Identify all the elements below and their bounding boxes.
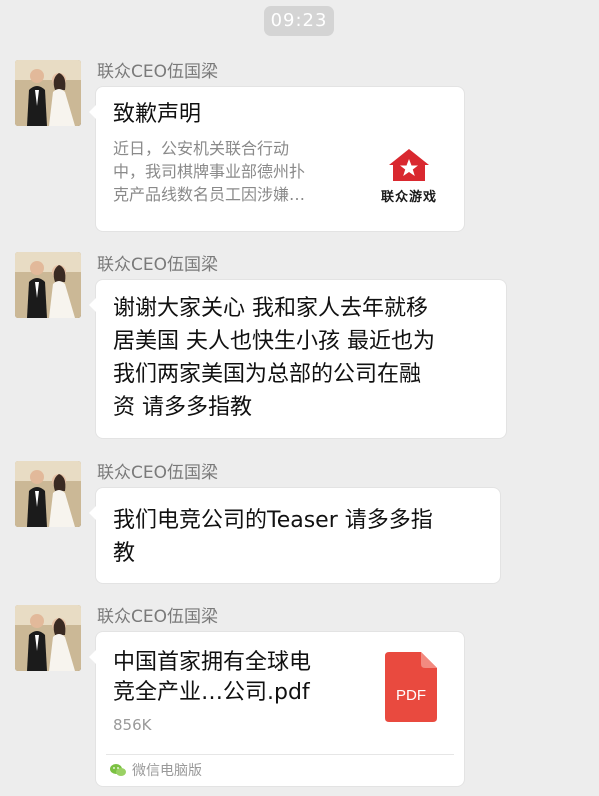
avatar-photo-icon [15, 605, 81, 671]
avatar[interactable] [15, 60, 81, 126]
text-message-bubble[interactable]: 我们电竞公司的Teaser 请多多指 教 [89, 488, 500, 583]
lianzhong-game-logo-icon: 联众游戏 [373, 145, 445, 205]
link-description: 近日，公安机关联合行动 中，我司棋牌事业部德州扑 克产品线数名员工因涉嫌… [113, 139, 306, 204]
file-source-label: 微信电脑版 [132, 763, 202, 779]
sender-name: 联众CEO伍国梁 [97, 607, 218, 627]
message-text: 谢谢大家关心 我和家人去年就移 居美国 夫人也快生小孩 最近也为 我们两家美国为… [113, 296, 435, 420]
wechat-icon [110, 764, 126, 776]
avatar-photo-icon [15, 461, 81, 527]
avatar[interactable] [15, 605, 81, 671]
sender-name: 联众CEO伍国梁 [97, 62, 218, 82]
timestamp: 09:23 [264, 6, 334, 36]
svg-text:PDF: PDF [396, 687, 426, 704]
avatar-photo-icon [15, 60, 81, 126]
sender-name: 联众CEO伍国梁 [97, 255, 218, 275]
file-message-bubble[interactable]: 中国首家拥有全球电 竞全产业…公司.pdf 856K PDF 微信电脑版 [89, 632, 464, 786]
message-text: 我们电竞公司的Teaser 请多多指 教 [113, 508, 433, 566]
avatar[interactable] [15, 461, 81, 527]
avatar-photo-icon [15, 252, 81, 318]
text-message-bubble[interactable]: 谢谢大家关心 我和家人去年就移 居美国 夫人也快生小孩 最近也为 我们两家美国为… [89, 280, 506, 438]
link-title: 致歉声明 [113, 102, 202, 127]
link-card-bubble[interactable]: 致歉声明 近日，公安机关联合行动 中，我司棋牌事业部德州扑 克产品线数名员工因涉… [89, 87, 464, 231]
avatar[interactable] [15, 252, 81, 318]
pdf-file-icon: PDF [385, 652, 437, 722]
file-source: 微信电脑版 [110, 760, 202, 780]
file-name: 中国首家拥有全球电 竞全产业…公司.pdf [113, 650, 312, 705]
divider [106, 754, 454, 755]
sender-name: 联众CEO伍国梁 [97, 463, 218, 483]
file-size: 856K [113, 716, 152, 734]
